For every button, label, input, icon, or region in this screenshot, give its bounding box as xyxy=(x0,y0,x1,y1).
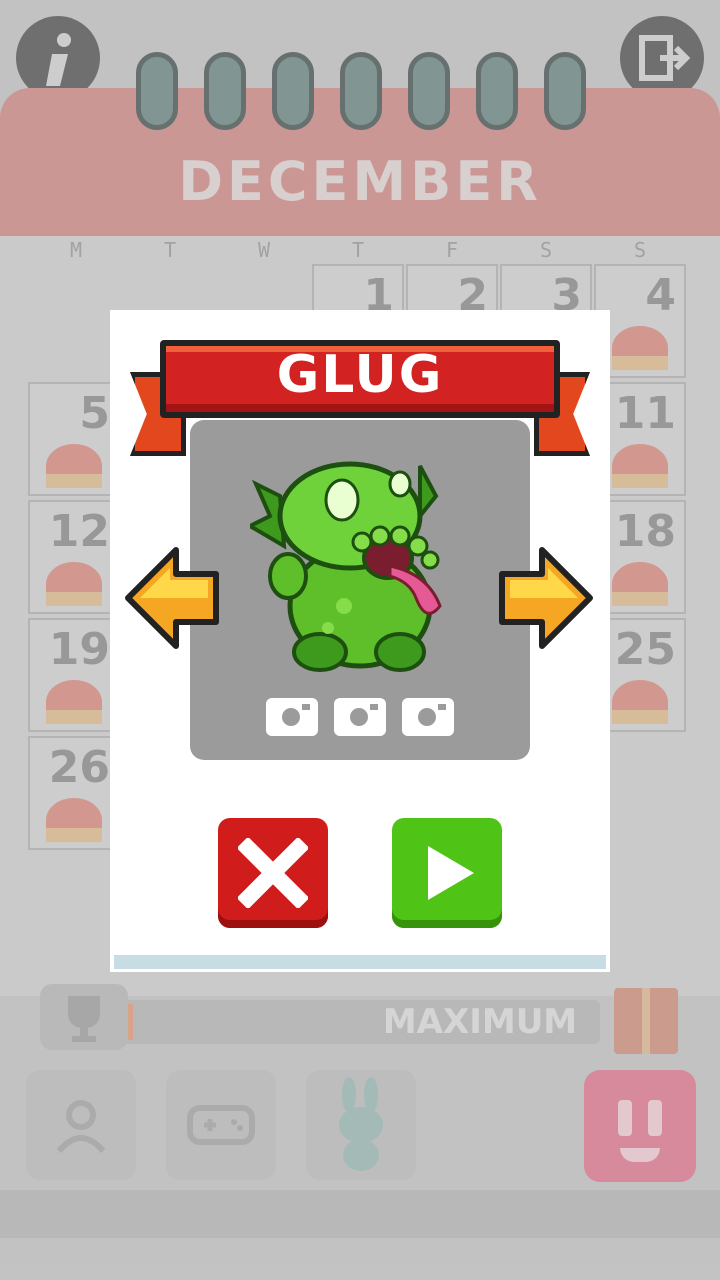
arrow-right-icon[interactable] xyxy=(498,546,594,650)
play-icon xyxy=(428,846,474,900)
cancel-button[interactable] xyxy=(218,818,328,928)
camera-icon xyxy=(402,698,454,736)
play-button[interactable] xyxy=(392,818,502,928)
character-name: GLUG xyxy=(276,345,444,405)
camera-icon xyxy=(334,698,386,736)
arrow-left-icon[interactable] xyxy=(124,546,220,650)
glug-monster-sprite xyxy=(250,461,442,672)
dialog-footer xyxy=(114,955,606,969)
close-icon xyxy=(238,838,308,908)
camera-icon xyxy=(266,698,318,736)
